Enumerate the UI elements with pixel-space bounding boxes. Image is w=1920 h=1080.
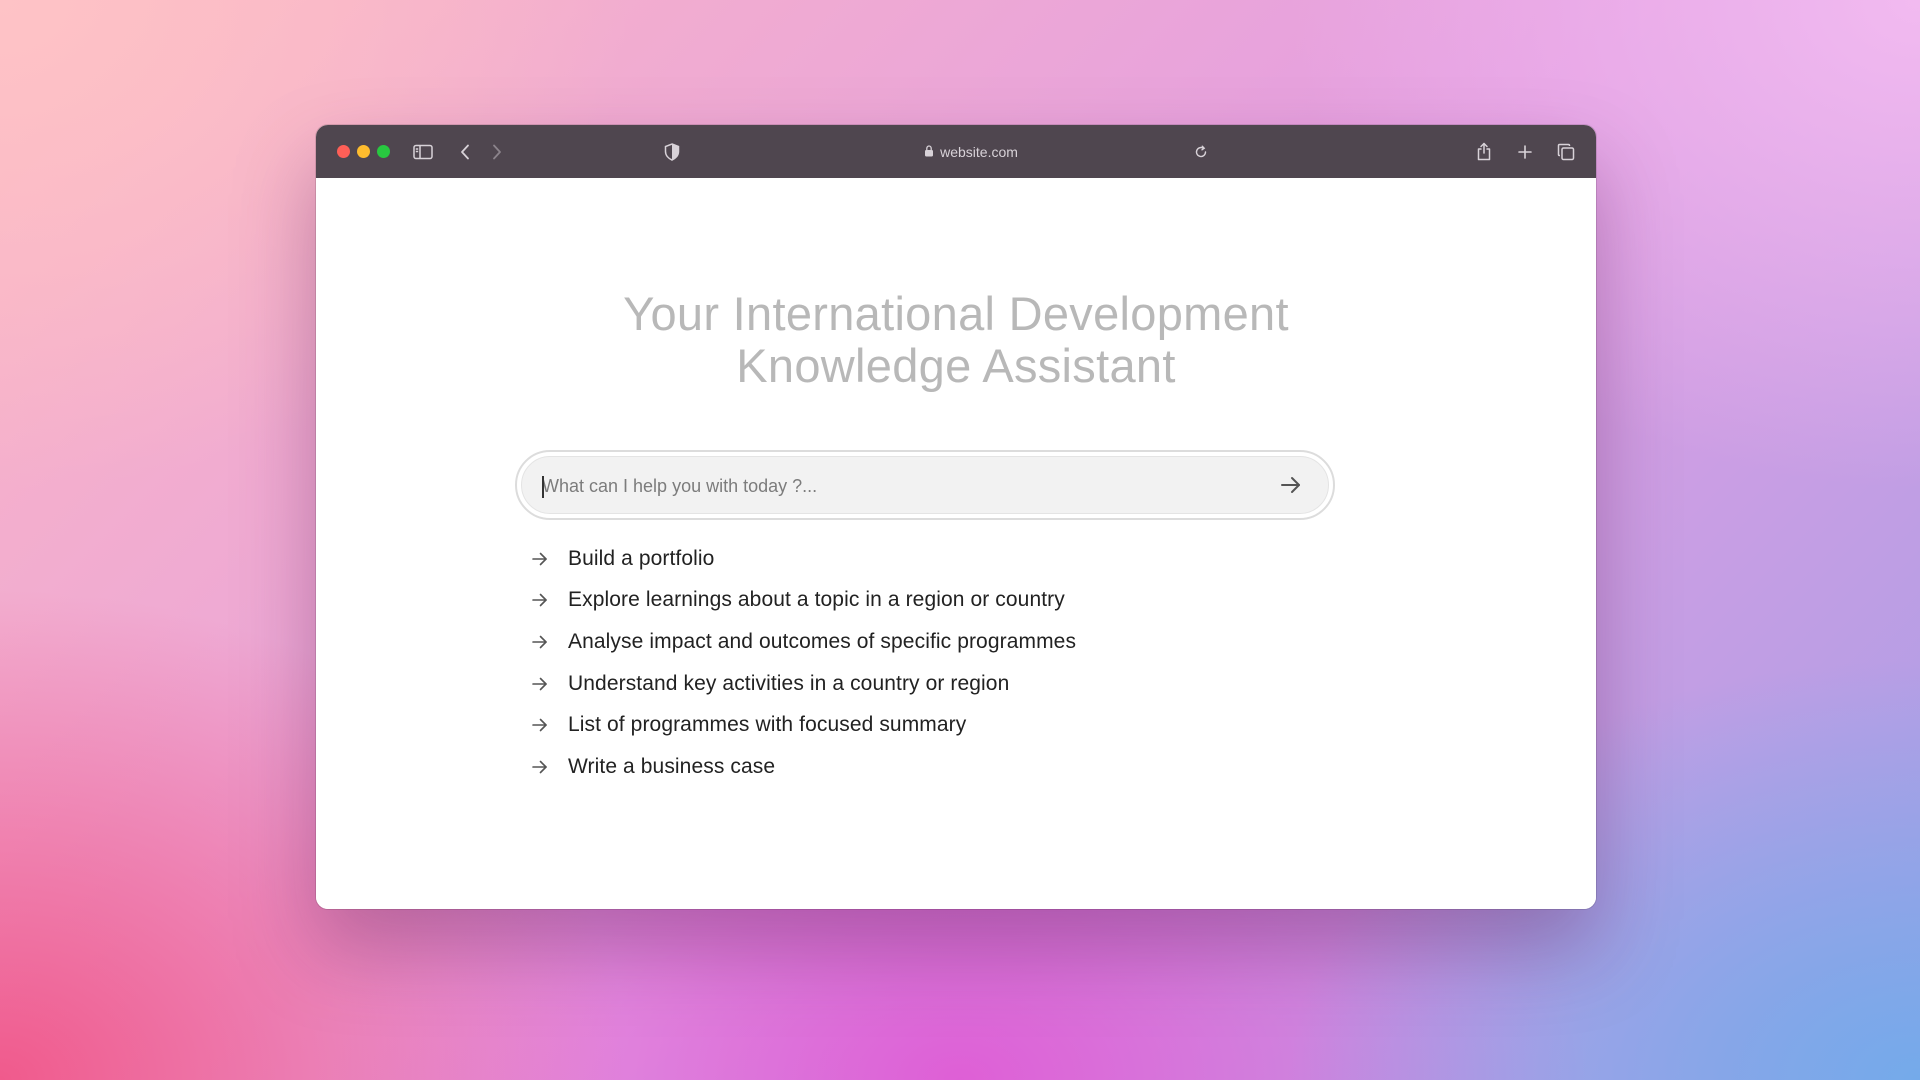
close-window-button[interactable] <box>337 145 350 158</box>
arrow-right-icon <box>1280 476 1302 497</box>
suggestion-item[interactable]: List of programmes with focused summary <box>531 704 1076 746</box>
page-title: Your International Development Knowledge… <box>316 288 1596 392</box>
suggestion-label: Explore learnings about a topic in a reg… <box>568 588 1065 612</box>
minimize-window-button[interactable] <box>357 145 370 158</box>
share-icon[interactable] <box>1474 125 1494 178</box>
arrow-right-icon <box>531 590 559 610</box>
chevron-right-icon[interactable] <box>489 125 505 178</box>
suggestion-label: List of programmes with focused summary <box>568 713 967 737</box>
page-content: Your International Development Knowledge… <box>316 178 1596 909</box>
plus-icon[interactable] <box>1515 125 1535 178</box>
chevron-left-icon[interactable] <box>457 125 473 178</box>
suggestion-item[interactable]: Understand key activities in a country o… <box>531 663 1076 705</box>
text-cursor <box>542 476 544 498</box>
suggestion-label: Write a business case <box>568 754 776 778</box>
suggestion-label: Analyse impact and outcomes of specific … <box>568 629 1077 653</box>
maximize-window-button[interactable] <box>377 145 390 158</box>
search-box <box>515 450 1335 520</box>
suggestion-item[interactable]: Write a business case <box>531 746 1076 788</box>
suggestion-item[interactable]: Analyse impact and outcomes of specific … <box>531 621 1076 663</box>
suggestion-item[interactable]: Build a portfolio <box>531 538 1076 580</box>
arrow-right-icon <box>531 549 559 569</box>
submit-button[interactable] <box>1276 471 1306 501</box>
address-bar[interactable]: website.com <box>906 125 1036 178</box>
sidebar-icon[interactable] <box>412 125 434 178</box>
browser-toolbar: website.com <box>316 125 1596 178</box>
suggestion-label: Build a portfolio <box>568 546 715 570</box>
browser-window: website.com Your International Developme… <box>316 125 1596 909</box>
search-field-container <box>521 456 1329 515</box>
page-title-line-1: Your International Development <box>623 287 1289 340</box>
suggestion-item[interactable]: Explore learnings about a topic in a reg… <box>531 580 1076 622</box>
reload-icon[interactable] <box>1193 125 1209 178</box>
url-text: website.com <box>940 143 1018 160</box>
arrow-right-icon <box>531 715 559 735</box>
arrow-right-icon <box>531 632 559 652</box>
lock-icon <box>924 144 934 160</box>
search-input[interactable] <box>542 457 1242 515</box>
page-title-line-2: Knowledge Assistant <box>736 339 1176 392</box>
tabs-overview-icon[interactable] <box>1556 125 1576 178</box>
arrow-right-icon <box>531 674 559 694</box>
arrow-right-icon <box>531 757 559 777</box>
suggestion-list: Build a portfolio Explore learnings abou… <box>531 538 1076 788</box>
suggestion-label: Understand key activities in a country o… <box>568 671 1010 695</box>
shield-icon[interactable] <box>663 125 681 178</box>
